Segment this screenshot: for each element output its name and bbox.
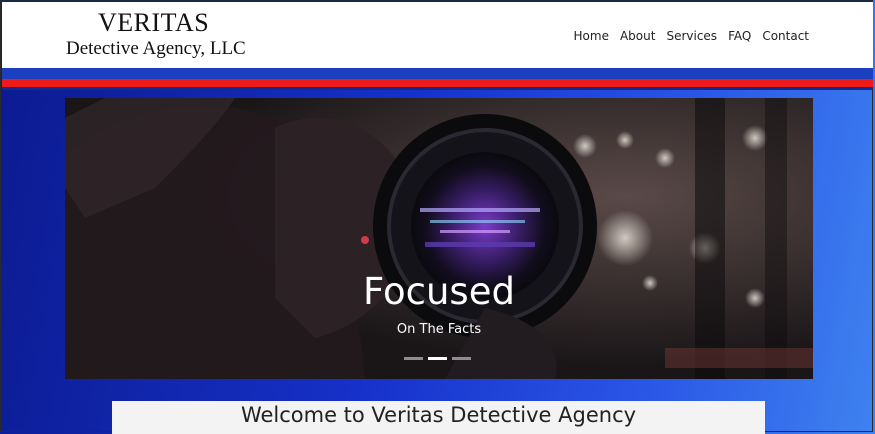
nav-services-link[interactable]: Services: [666, 29, 717, 43]
header-stripe-navy: [2, 87, 873, 90]
nav-home-link[interactable]: Home: [574, 29, 609, 43]
carousel-caption-title: Focused: [363, 270, 515, 313]
main-nav: Home About Services FAQ Contact: [563, 29, 809, 43]
site-header: VERITAS Detective Agency, LLC Home About…: [2, 2, 873, 68]
carousel-indicators: [404, 357, 471, 360]
header-stripe-blue: [2, 68, 873, 79]
nav-faq-link[interactable]: FAQ: [728, 29, 751, 43]
welcome-panel: Welcome to Veritas Detective Agency: [112, 401, 765, 434]
carousel-indicator-3[interactable]: [452, 357, 471, 360]
brand-name[interactable]: VERITAS: [98, 8, 209, 38]
carousel-indicator-1[interactable]: [404, 357, 423, 360]
carousel-indicator-2[interactable]: [428, 357, 447, 360]
carousel-caption-subtitle: On The Facts: [396, 322, 482, 337]
nav-about-link[interactable]: About: [620, 29, 655, 43]
brand-tagline[interactable]: Detective Agency, LLC: [66, 38, 246, 60]
header-stripe-red: [2, 79, 873, 87]
nav-contact-link[interactable]: Contact: [762, 29, 809, 43]
hero-carousel[interactable]: Focused On The Facts: [65, 98, 813, 379]
welcome-heading: Welcome to Veritas Detective Agency: [240, 403, 637, 427]
